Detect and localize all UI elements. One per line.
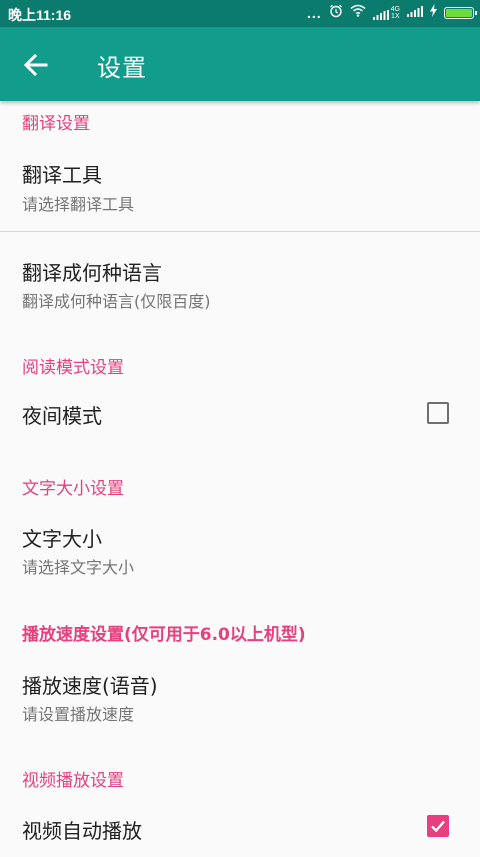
pref-title: 文字大小 bbox=[22, 527, 102, 551]
charging-icon bbox=[430, 4, 437, 22]
more-dots-icon: ... bbox=[306, 5, 322, 21]
pref-video-autoplay[interactable]: 视频自动播放 bbox=[0, 801, 480, 857]
checkmark-icon bbox=[431, 820, 445, 833]
pref-translation-tool[interactable]: 翻译工具 请选择翻译工具 bbox=[0, 145, 480, 231]
status-icons: ... 4G 1X bbox=[306, 4, 477, 23]
network-type-top: 4G bbox=[390, 6, 400, 13]
section-header-reading: 阅读模式设置 bbox=[22, 358, 124, 378]
battery-icon bbox=[444, 7, 477, 19]
pref-summary: 请设置播放速度 bbox=[22, 705, 135, 724]
signal-icon bbox=[407, 4, 423, 22]
pref-playback-speed[interactable]: 播放速度(语音) 请设置播放速度 bbox=[0, 656, 480, 742]
video-autoplay-checkbox[interactable] bbox=[427, 815, 449, 837]
pref-summary: 请选择文字大小 bbox=[22, 558, 135, 577]
pref-night-mode[interactable]: 夜间模式 bbox=[0, 386, 480, 442]
pref-title: 夜间模式 bbox=[22, 404, 102, 428]
pref-title: 翻译工具 bbox=[22, 163, 102, 187]
pref-title: 视频自动播放 bbox=[22, 819, 142, 843]
alarm-icon bbox=[329, 4, 343, 23]
network-type-bottom: 1X bbox=[391, 13, 400, 20]
status-time: 晚上11:16 bbox=[8, 7, 72, 23]
pref-summary: 翻译成何种语言(仅限百度) bbox=[22, 292, 211, 311]
section-header-video: 视频播放设置 bbox=[22, 771, 124, 791]
status-bar: 晚上11:16 ... 4G 1X bbox=[0, 0, 480, 27]
back-arrow-icon[interactable] bbox=[20, 49, 52, 81]
pref-target-language[interactable]: 翻译成何种语言 翻译成何种语言(仅限百度) bbox=[0, 243, 480, 329]
night-mode-checkbox[interactable] bbox=[427, 402, 449, 424]
section-header-translation: 翻译设置 bbox=[22, 114, 90, 134]
pref-summary: 请选择翻译工具 bbox=[22, 195, 135, 214]
signal-4g-icon: 4G 1X bbox=[372, 6, 400, 20]
pref-text-size[interactable]: 文字大小 请选择文字大小 bbox=[0, 509, 480, 595]
pref-title: 播放速度(语音) bbox=[22, 674, 158, 698]
pref-title: 翻译成何种语言 bbox=[22, 261, 162, 285]
app-bar: 设置 bbox=[0, 27, 480, 101]
page-title: 设置 bbox=[97, 54, 147, 82]
section-header-playback: 播放速度设置(仅可用于6.0以上机型) bbox=[22, 625, 306, 645]
divider bbox=[0, 231, 480, 232]
wifi-icon bbox=[350, 4, 366, 22]
section-header-text-size: 文字大小设置 bbox=[22, 479, 124, 499]
